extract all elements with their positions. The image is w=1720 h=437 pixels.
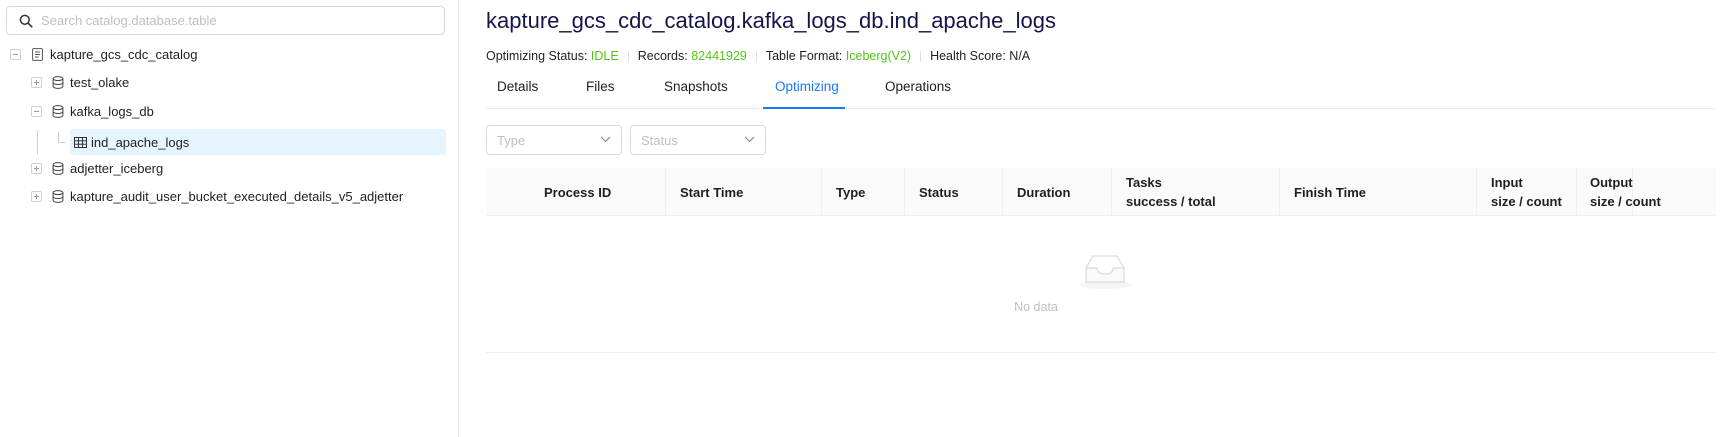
tab-details[interactable]: Details	[497, 79, 538, 94]
tree-node-table-selected[interactable]: ind_apache_logs	[70, 129, 446, 155]
optimizing-table: Process ID Start Time Type Status Durati…	[486, 168, 1716, 353]
tree-guide-line	[58, 142, 65, 143]
tab-operations[interactable]: Operations	[885, 79, 951, 94]
column-header: Start Time	[680, 184, 744, 200]
type-filter-select[interactable]: Type	[486, 125, 622, 155]
column-header: Process ID	[544, 184, 612, 200]
optimizing-status-value: IDLE	[590, 49, 619, 63]
divider	[755, 50, 757, 62]
catalog-sidebar: kapture_gcs_cdc_catalog test_olake kafka…	[0, 0, 459, 437]
tree-guide-line	[37, 130, 38, 154]
health-score-value: N/A	[1009, 49, 1031, 63]
tree-node-label: adjetter_iceberg	[70, 160, 164, 176]
tab-snapshots[interactable]: Snapshots	[664, 79, 728, 94]
records-value: 82441929	[691, 49, 747, 63]
column-header: Tasks success / total	[1126, 175, 1216, 209]
tree-node-label: kapture_gcs_cdc_catalog	[50, 46, 198, 62]
table-format-label: Table Format:	[765, 49, 843, 63]
tab-optimizing[interactable]: Optimizing	[775, 79, 839, 94]
column-header: Status	[919, 184, 959, 200]
active-tab-indicator	[763, 107, 845, 109]
column-header: Finish Time	[1294, 184, 1366, 200]
type-filter-placeholder: Type	[497, 132, 526, 148]
table-icon	[73, 135, 87, 149]
table-header: Process ID Start Time Type Status Durati…	[486, 168, 1716, 216]
divider	[1576, 168, 1577, 216]
column-header: Output size / count	[1590, 175, 1661, 209]
column-header: Input size / count	[1491, 175, 1562, 209]
optimizing-status-label: Optimizing Status:	[486, 49, 588, 63]
tree-node-database[interactable]: kafka_logs_db	[31, 98, 154, 124]
page-title: kapture_gcs_cdc_catalog.kafka_logs_db.in…	[486, 8, 1056, 33]
expand-toggle[interactable]	[31, 76, 42, 88]
tree-node-label: kafka_logs_db	[70, 103, 154, 119]
divider	[627, 50, 629, 62]
status-filter-placeholder: Status	[641, 132, 678, 148]
search-box[interactable]	[6, 6, 445, 35]
database-icon	[51, 75, 65, 89]
tree-node-label: test_olake	[70, 74, 130, 90]
empty-text: No data	[1014, 300, 1058, 314]
status-filter-select[interactable]: Status	[630, 125, 766, 155]
health-score-label: Health Score:	[930, 49, 1006, 63]
search-input[interactable]	[41, 13, 421, 28]
table-format-value: Iceberg(V2)	[845, 49, 912, 63]
database-icon	[51, 161, 65, 175]
tree-node-catalog[interactable]: kapture_gcs_cdc_catalog	[10, 41, 197, 67]
tree-node-label: ind_apache_logs	[91, 134, 190, 150]
column-header: Duration	[1017, 184, 1071, 200]
expand-toggle[interactable]	[31, 190, 42, 202]
tab-bar: Details Files Snapshots Optimizing Opera…	[486, 71, 1716, 109]
divider	[920, 50, 922, 62]
collapse-toggle[interactable]	[31, 105, 42, 117]
database-icon	[51, 104, 65, 118]
tree-node-label: kapture_audit_user_bucket_executed_detai…	[70, 188, 404, 204]
chevron-down-icon	[744, 136, 755, 143]
collapse-toggle[interactable]	[10, 48, 21, 60]
column-header: Type	[836, 184, 866, 200]
records-label: Records:	[637, 49, 688, 63]
tree-node-database[interactable]: kapture_audit_user_bucket_executed_detai…	[31, 183, 403, 209]
empty-state: No data	[486, 216, 1716, 353]
empty-box-icon	[1079, 255, 1131, 289]
tree-node-database[interactable]: adjetter_iceberg	[31, 155, 163, 181]
table-summary: Optimizing Status: IDLE Records: 8244192…	[486, 49, 1030, 63]
search-icon	[19, 14, 33, 28]
catalog-icon	[30, 47, 44, 61]
tab-files[interactable]: Files	[586, 79, 615, 94]
chevron-down-icon	[600, 136, 611, 143]
tree-node-database[interactable]: test_olake	[31, 69, 129, 95]
main-panel: kapture_gcs_cdc_catalog.kafka_logs_db.in…	[486, 0, 1716, 437]
expand-toggle[interactable]	[31, 162, 42, 174]
database-icon	[51, 189, 65, 203]
